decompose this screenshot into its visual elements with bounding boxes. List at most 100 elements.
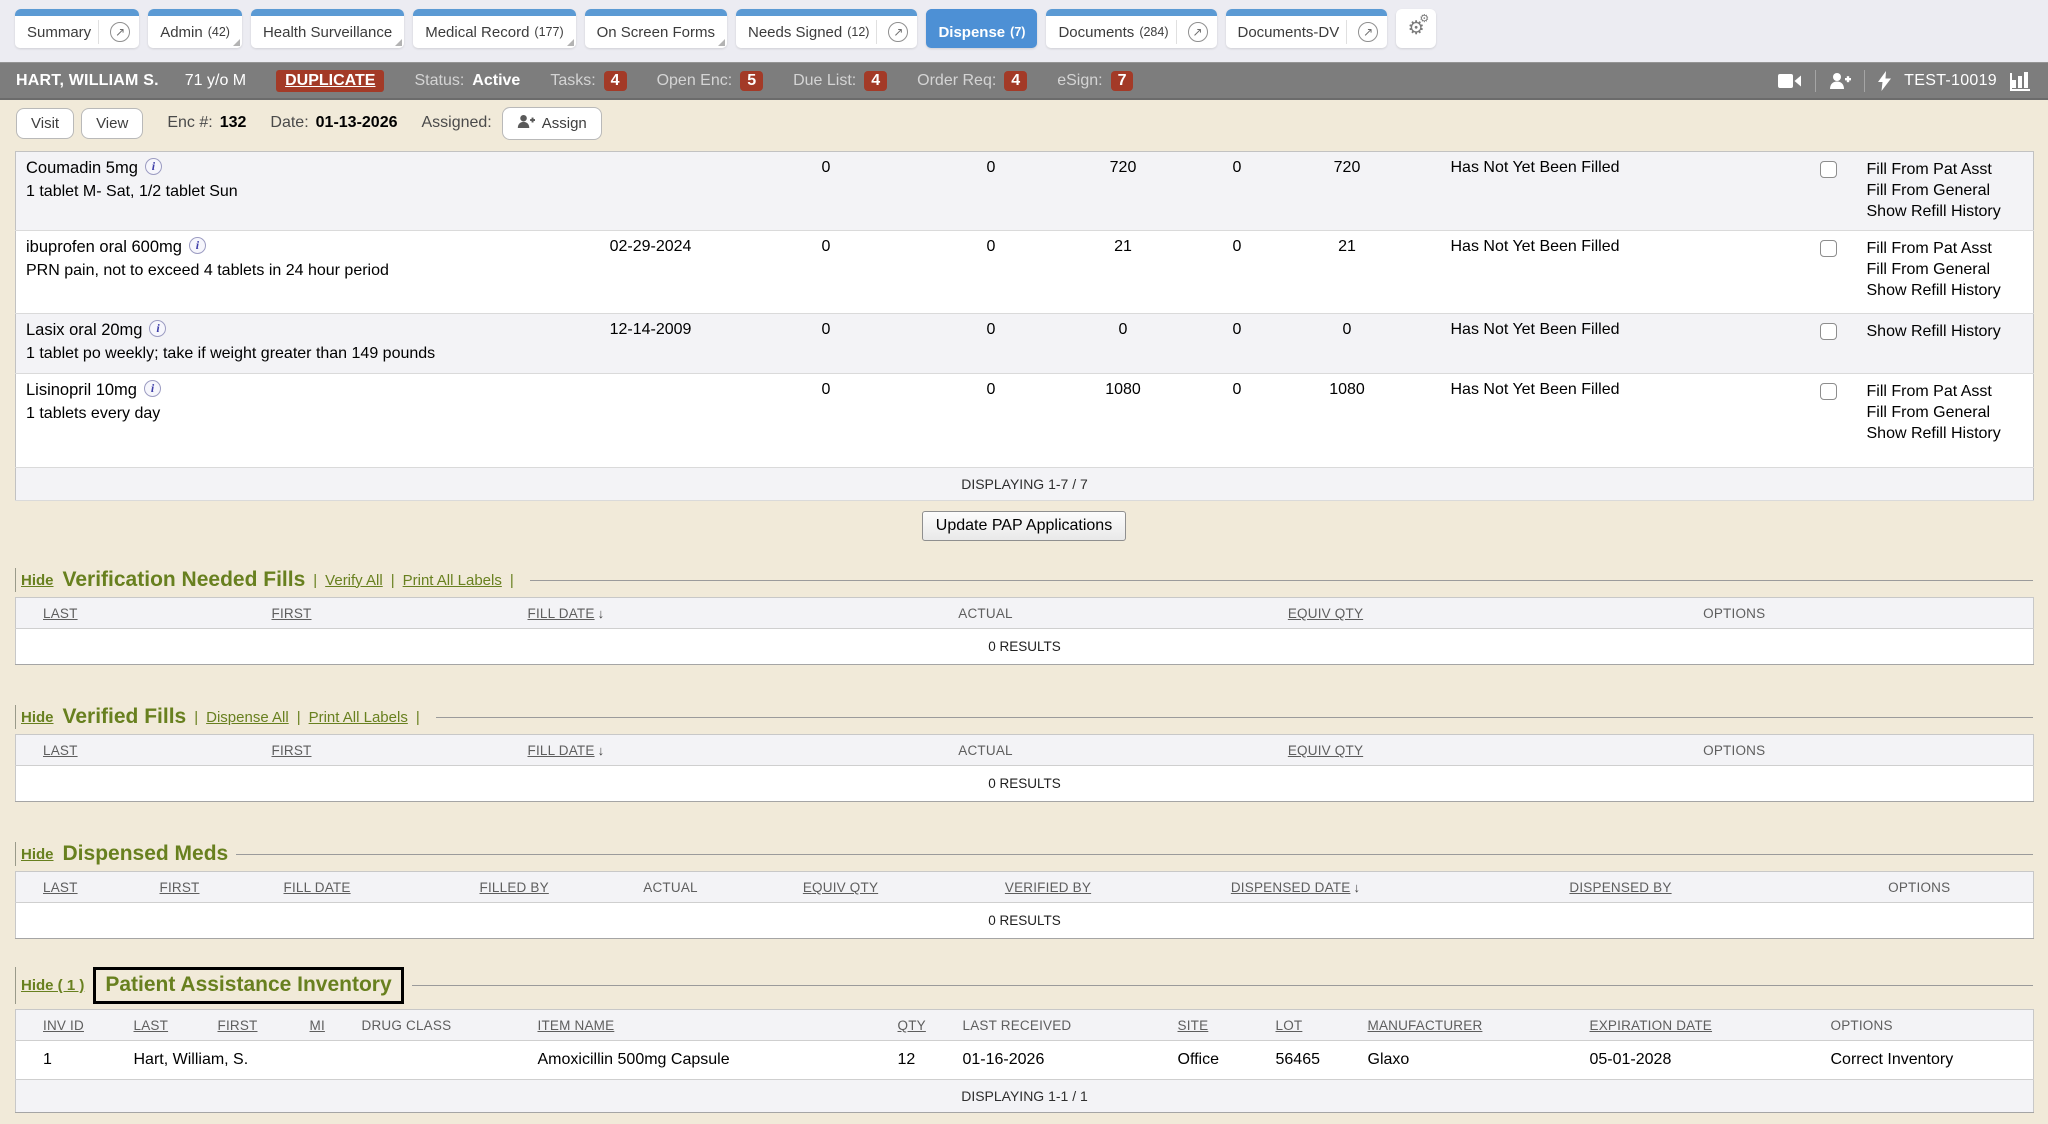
column-header-lot[interactable]: LOT <box>1266 1010 1361 1041</box>
external-link-icon[interactable]: ↗ <box>888 22 908 42</box>
esign-count-badge[interactable]: 7 <box>1111 71 1134 91</box>
column-header-last[interactable]: LAST <box>126 1010 211 1041</box>
column-header-fill-date[interactable]: FILL DATE <box>271 872 471 903</box>
column-header-last[interactable]: LAST <box>16 872 151 903</box>
patient-id: TEST-10019 <box>1904 72 1997 90</box>
info-icon[interactable]: i <box>145 158 162 175</box>
column-header-fill-date[interactable]: FILL DATE↓ <box>496 735 756 766</box>
separator: | <box>391 572 395 589</box>
fill-checkbox[interactable] <box>1820 383 1837 400</box>
tab-accent <box>1226 9 1388 16</box>
drug-class-cell <box>355 1041 526 1080</box>
separator: | <box>194 709 198 726</box>
column-header-dispensed-by[interactable]: DISPENSED BY <box>1436 872 1806 903</box>
column-header-first[interactable]: FIRST <box>211 1010 303 1041</box>
column-header-inv-id[interactable]: INV ID <box>16 1010 126 1041</box>
info-icon[interactable]: i <box>149 320 166 337</box>
row-options-links[interactable]: Show Refill History <box>1851 314 2034 374</box>
column-header-options: OPTIONS <box>1821 1010 2034 1041</box>
tab-dispense[interactable]: Dispense (7) <box>926 9 1037 48</box>
dispensed-hide-link[interactable]: Hide <box>21 846 54 863</box>
dispense-all-link[interactable]: Dispense All <box>206 709 289 726</box>
tab-label: On Screen Forms <box>597 24 715 41</box>
chart-icon[interactable] <box>2010 71 2032 91</box>
divider <box>1864 70 1865 92</box>
assign-button[interactable]: Assign <box>502 107 602 140</box>
tab-label: Documents <box>1058 24 1134 41</box>
column-header-qty[interactable]: QTY <box>891 1010 956 1041</box>
view-button[interactable]: View <box>81 108 143 139</box>
column-header-site[interactable]: SITE <box>1171 1010 1266 1041</box>
info-icon[interactable]: i <box>189 237 206 254</box>
column-header-expiration-date[interactable]: EXPIRATION DATE <box>1581 1010 1821 1041</box>
qty-cell: 21 <box>1289 231 1406 314</box>
update-pap-applications-button[interactable]: Update PAP Applications <box>922 511 1126 541</box>
row-options-links[interactable]: Fill From Pat Asst Fill From General Sho… <box>1851 152 2034 231</box>
tab-count: (7) <box>1010 25 1025 39</box>
fill-date-cell: 12-14-2009 <box>571 314 731 374</box>
tasks-label: Tasks: <box>550 72 595 90</box>
column-header-verified-by[interactable]: VERIFIED BY <box>941 872 1156 903</box>
lightning-icon[interactable] <box>1878 71 1891 91</box>
tab-medical-record[interactable]: Medical Record (177) <box>413 9 575 48</box>
tasks-count-badge[interactable]: 4 <box>604 71 627 91</box>
med-row-lisinopril: Lisinopril 10mgi 1 tablets every day 0 0… <box>16 374 2034 468</box>
verification-fills-table: LAST FIRST FILL DATE↓ ACTUAL EQUIV QTY O… <box>15 597 2034 665</box>
verified-hide-link[interactable]: Hide <box>21 709 54 726</box>
verification-hide-link[interactable]: Hide <box>21 572 54 589</box>
tab-summary[interactable]: Summary ↗ <box>15 9 139 48</box>
column-header-first[interactable]: FIRST <box>151 872 271 903</box>
column-header-manufacturer[interactable]: MANUFACTURER <box>1361 1010 1581 1041</box>
fill-checkbox[interactable] <box>1820 161 1837 178</box>
print-all-labels-link[interactable]: Print All Labels <box>403 572 502 589</box>
visit-button[interactable]: Visit <box>16 108 74 139</box>
displaying-count: DISPLAYING 1-1 / 1 <box>16 1080 2034 1113</box>
external-link-icon[interactable]: ↗ <box>110 22 130 42</box>
results-count: 0 RESULTS <box>16 903 2034 939</box>
order-req-count-badge[interactable]: 4 <box>1004 71 1027 91</box>
tab-documents[interactable]: Documents (284) ↗ <box>1046 9 1216 48</box>
tab-on-screen-forms[interactable]: On Screen Forms <box>585 9 727 48</box>
row-options-links[interactable]: Fill From Pat Asst Fill From General Sho… <box>1851 231 2034 314</box>
duplicate-badge[interactable]: DUPLICATE <box>276 70 384 92</box>
column-header-last[interactable]: LAST <box>16 735 256 766</box>
encounter-bar: Visit View Enc #: 132 Date: 01-13-2026 A… <box>0 100 2048 146</box>
column-header-options: OPTIONS <box>1436 598 2034 629</box>
settings-button[interactable]: ⚙ ⚙ <box>1396 9 1436 48</box>
print-all-labels-link[interactable]: Print All Labels <box>309 709 408 726</box>
external-link-icon[interactable]: ↗ <box>1358 22 1378 42</box>
column-header-fill-date[interactable]: FILL DATE↓ <box>496 598 756 629</box>
fill-checkbox[interactable] <box>1820 240 1837 257</box>
fill-date-cell <box>571 152 731 231</box>
assigned-label: Assigned: <box>421 114 491 132</box>
column-header-equiv-qty[interactable]: EQUIV QTY <box>1216 735 1436 766</box>
column-header-last-received: LAST RECEIVED <box>956 1010 1171 1041</box>
fill-checkbox[interactable] <box>1820 323 1837 340</box>
column-header-first[interactable]: FIRST <box>256 735 496 766</box>
tab-count: (284) <box>1139 25 1168 39</box>
video-camera-icon[interactable] <box>1778 73 1802 89</box>
item-name-cell: Amoxicillin 500mg Capsule <box>526 1041 891 1080</box>
column-header-equiv-qty[interactable]: EQUIV QTY <box>741 872 941 903</box>
row-options-links[interactable]: Fill From Pat Asst Fill From General Sho… <box>1851 374 2034 468</box>
external-link-icon[interactable]: ↗ <box>1188 22 1208 42</box>
tab-health-surveillance[interactable]: Health Surveillance <box>251 9 404 48</box>
pai-hide-link[interactable]: Hide ( 1 ) <box>21 977 84 994</box>
med-name-cell: Lasix oral 20mgi 1 tablet po weekly; tak… <box>16 314 571 374</box>
column-header-mi[interactable]: MI <box>303 1010 355 1041</box>
column-header-item-name[interactable]: ITEM NAME <box>526 1010 891 1041</box>
verify-all-link[interactable]: Verify All <box>325 572 383 589</box>
due-list-count-badge[interactable]: 4 <box>864 71 887 91</box>
column-header-filled-by[interactable]: FILLED BY <box>471 872 601 903</box>
column-header-first[interactable]: FIRST <box>256 598 496 629</box>
column-header-dispensed-date[interactable]: DISPENSED DATE↓ <box>1156 872 1436 903</box>
tab-admin[interactable]: Admin (42) <box>148 9 242 48</box>
tab-documents-dv[interactable]: Documents-DV ↗ <box>1226 9 1388 48</box>
correct-inventory-link[interactable]: Correct Inventory <box>1821 1041 2034 1080</box>
info-icon[interactable]: i <box>144 380 161 397</box>
open-enc-count-badge[interactable]: 5 <box>740 71 763 91</box>
column-header-last[interactable]: LAST <box>16 598 256 629</box>
column-header-equiv-qty[interactable]: EQUIV QTY <box>1216 598 1436 629</box>
add-user-icon[interactable] <box>1829 72 1851 90</box>
tab-needs-signed[interactable]: Needs Signed (12) ↗ <box>736 9 917 48</box>
